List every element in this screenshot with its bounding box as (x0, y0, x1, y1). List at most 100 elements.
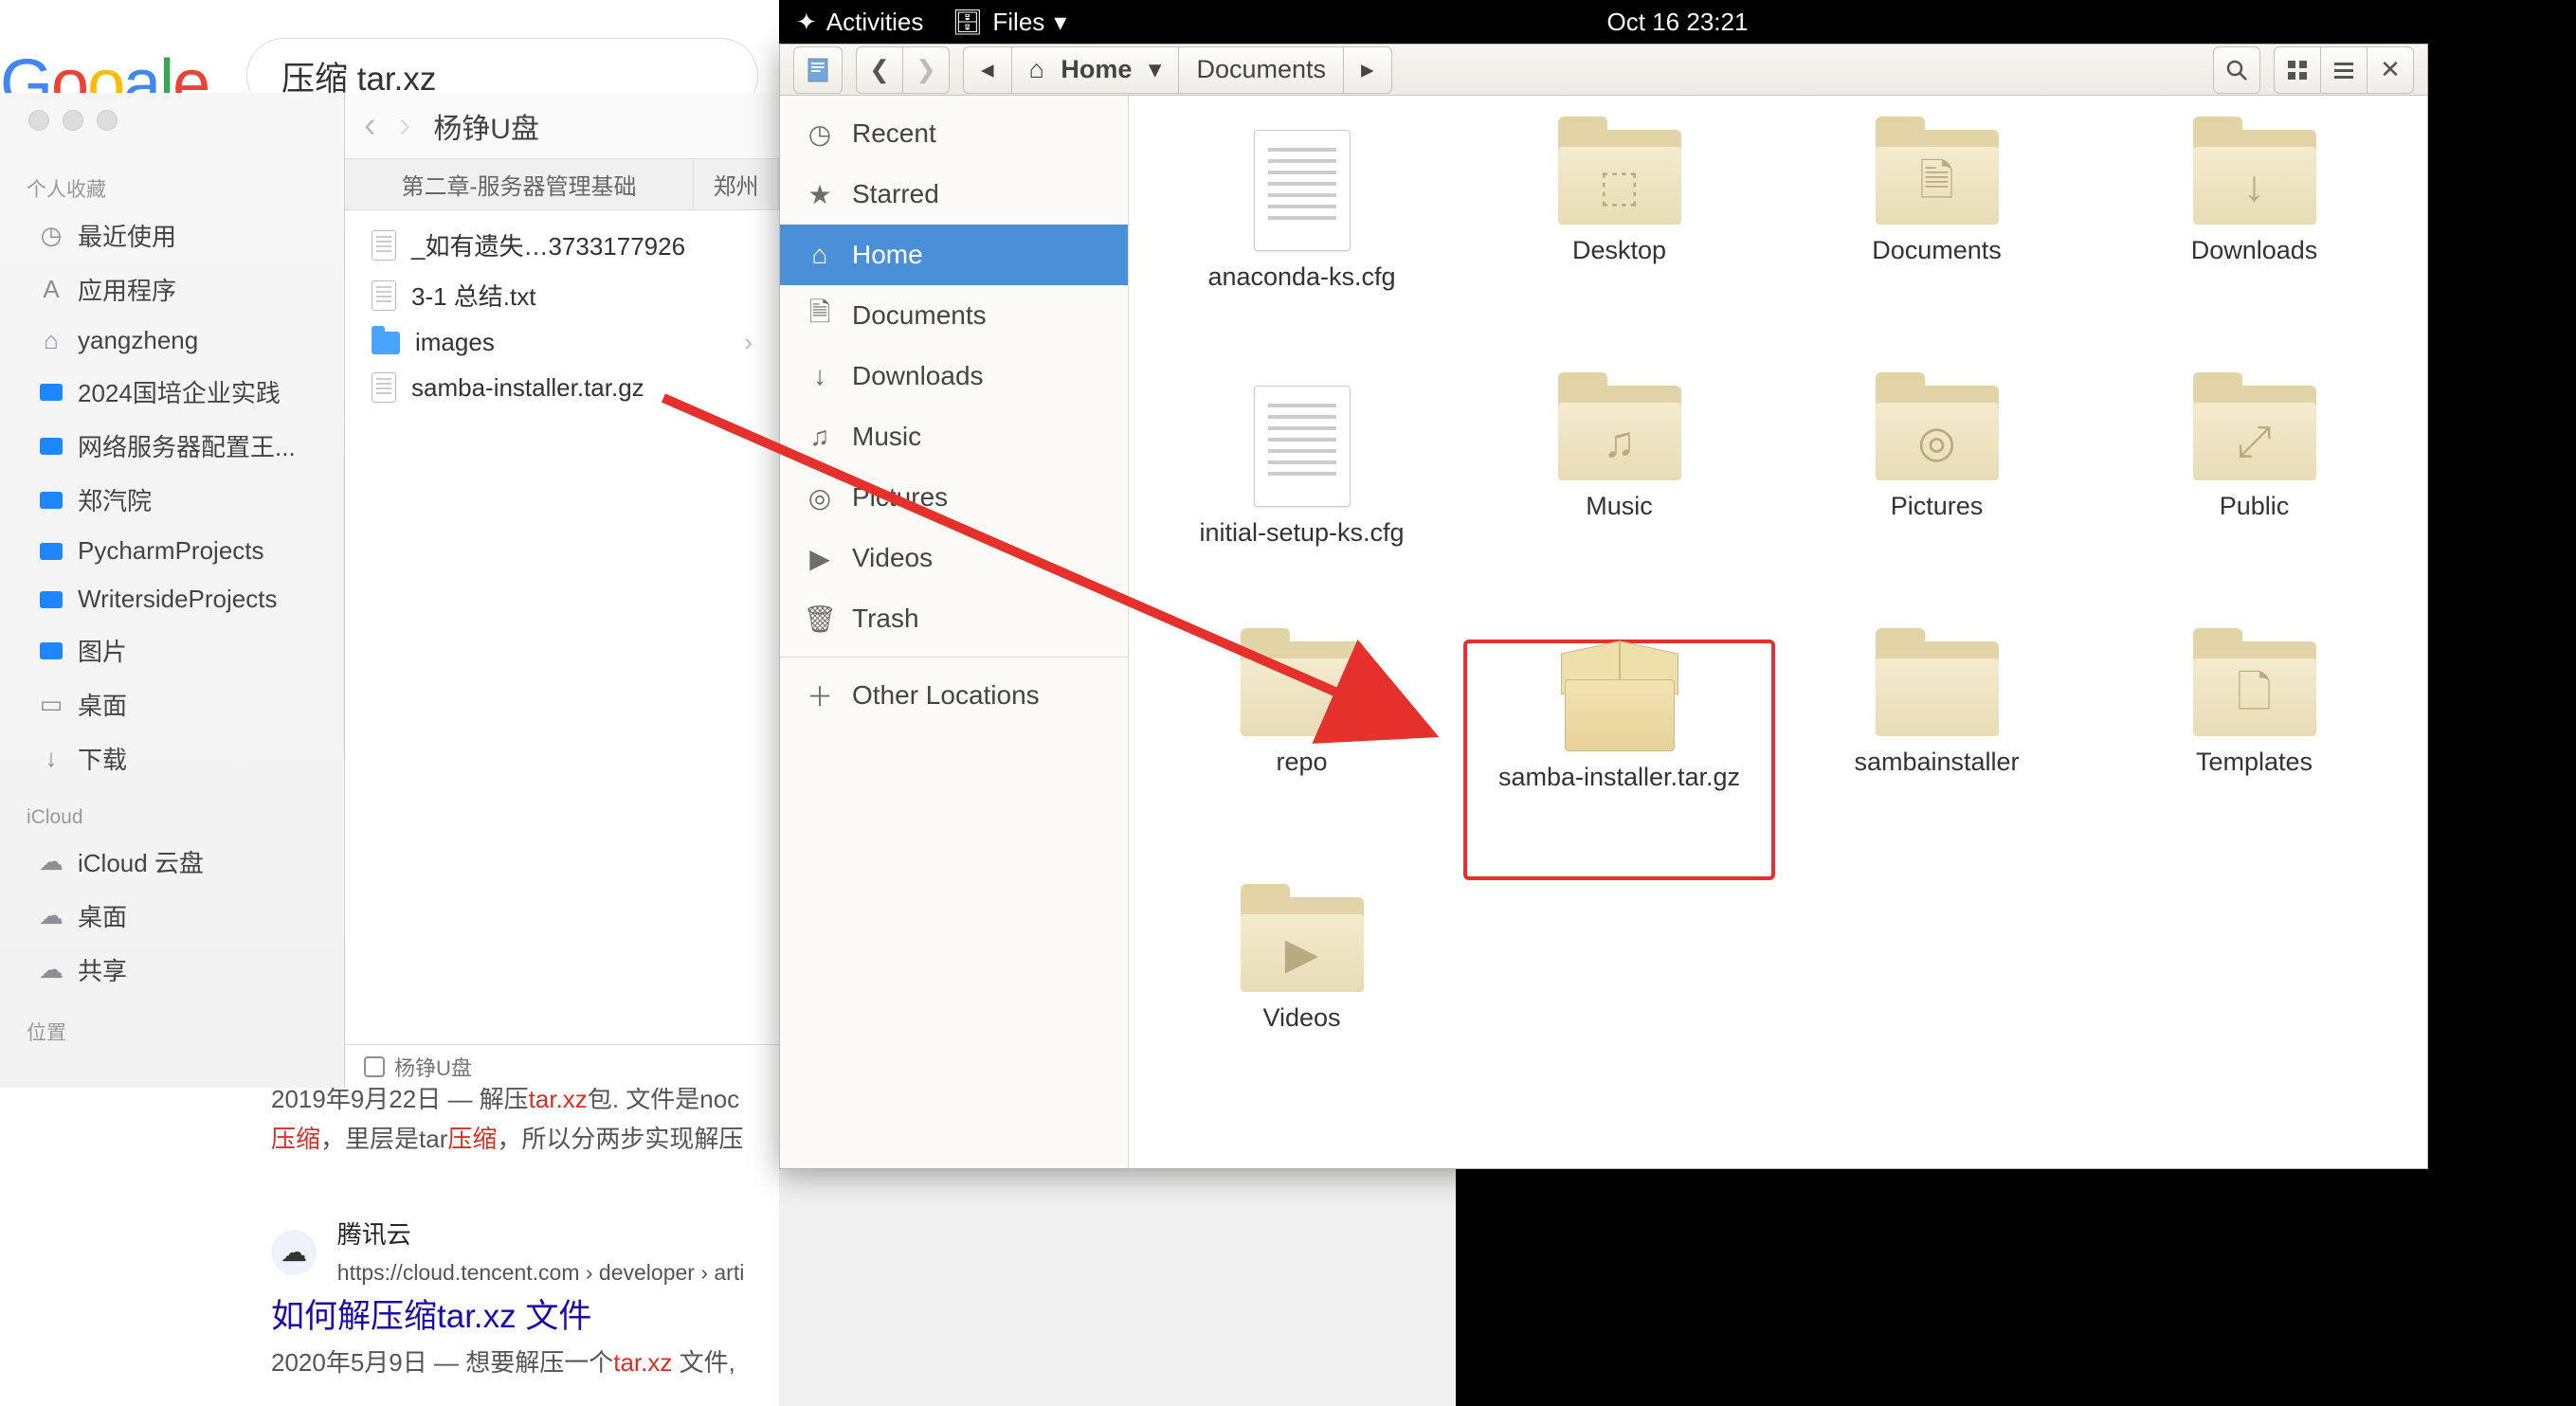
finder-sidebar-item[interactable]: ☁桌面 (0, 889, 344, 943)
sidebar-item-icon: ▭ (38, 692, 64, 718)
finder-sidebar-item[interactable]: 2024国培企业实践 (0, 365, 344, 419)
finder-sidebar-item[interactable]: ☁共享 (0, 943, 344, 997)
app-menu[interactable]: 🗄 Files ▾ (952, 8, 1066, 37)
file-item[interactable]: ⬚Desktop (1465, 130, 1773, 367)
sidebar-item-icon: ↓ (805, 361, 835, 391)
path-next[interactable]: ▸ (1343, 46, 1392, 94)
sidebar-item-icon: ★ (805, 179, 835, 209)
file-item[interactable]: samba-installer.tar.gz (1465, 641, 1773, 878)
finder-sidebar-item[interactable]: A应用程序 (0, 262, 344, 316)
files-window[interactable]: ❮ ❯ ◂ ⌂ Home ▾ Documents ▸ ✕ ◷ Recent ★ Sta… (779, 44, 2428, 1169)
sidebar-item-icon: ☁ (38, 903, 64, 929)
folder-icon: 🗋 (2193, 641, 2316, 736)
finder-list-item[interactable]: 3-1 总结.txt (345, 270, 779, 320)
clock[interactable]: Oct 16 23:21 (1607, 8, 1749, 37)
files-sidebar-item[interactable]: ▶ Videos (780, 528, 1128, 588)
file-item[interactable]: ◎Pictures (1783, 386, 2091, 622)
file-item[interactable]: initial-setup-ks.cfg (1148, 386, 1456, 622)
finder-sidebar-item[interactable]: ↓下载 (0, 731, 344, 785)
sidebar-item-icon: ▶ (805, 543, 835, 573)
file-label: Pictures (1891, 492, 1984, 521)
files-sidebar-item[interactable]: ＋Other Locations (780, 665, 1128, 726)
finder-list-item[interactable]: samba-installer.tar.gz (345, 365, 779, 410)
finder-back-button[interactable]: ‹ (364, 105, 376, 146)
tencent-cloud-favicon: ☁ (271, 1230, 317, 1275)
finder-sidebar-item[interactable]: 网络服务器配置王... (0, 419, 344, 473)
finder-sidebar-item[interactable]: ⌂ yangzheng (0, 316, 344, 365)
sidebar-item-label: yangzheng (78, 326, 198, 355)
files-sidebar-item[interactable]: 🗎Documents (780, 285, 1128, 346)
file-item[interactable]: repo (1148, 641, 1456, 878)
finder-sidebar-item[interactable]: ▭桌面 (0, 677, 344, 731)
sidebar-item-icon (38, 433, 64, 460)
file-item[interactable]: anaconda-ks.cfg (1148, 130, 1456, 367)
file-item[interactable]: ↓Downloads (2100, 130, 2408, 367)
files-sidebar-item[interactable]: 🗑Trash (780, 588, 1128, 649)
files-sidebar-item[interactable]: ◎Pictures (780, 467, 1128, 528)
files-sidebar-item[interactable]: ★ Starred (780, 164, 1128, 225)
finder-sidebar-item[interactable]: WritersideProjects (0, 575, 344, 623)
finder-sidebar-item[interactable]: ◷最近使用 (0, 208, 344, 262)
sidebar-item-label: Videos (852, 543, 933, 573)
folder-icon: ⬚ (1558, 130, 1681, 225)
file-item[interactable]: ▶Videos (1148, 897, 1456, 1134)
finder-list-item[interactable]: images› (345, 320, 779, 365)
finder-sidebar-item[interactable]: 郑汽院 (0, 473, 344, 527)
sidebar-item-icon: ◷ (38, 223, 64, 249)
result-link[interactable]: 如何解压缩tar.xz 文件 (271, 1298, 591, 1335)
sidebar-item-label: 郑汽院 (78, 482, 152, 517)
file-item[interactable]: ♫Music (1465, 386, 1773, 622)
close-button[interactable]: ✕ (2367, 46, 2414, 94)
files-sidebar-item[interactable]: ◷ Recent (780, 103, 1128, 164)
sidebar-item-label: Recent (852, 118, 936, 149)
sidebar-item-label: iCloud 云盘 (78, 844, 204, 879)
file-label: Downloads (2191, 236, 2318, 265)
sidebar-item-label: Documents (852, 300, 987, 331)
path-home[interactable]: ⌂ Home ▾ (1011, 46, 1180, 94)
finder-window[interactable]: 个人收藏 ◷最近使用A应用程序⌂yangzheng2024国培企业实践网络服务器… (0, 93, 779, 1088)
view-mode-button[interactable] (2274, 46, 2321, 94)
file-name: 3-1 总结.txt (411, 278, 535, 313)
path-prev[interactable]: ◂ (963, 46, 1012, 94)
file-item[interactable]: sambainstaller (1783, 641, 2091, 878)
search-button[interactable] (2213, 46, 2260, 94)
new-tab-button[interactable] (793, 46, 843, 94)
file-item[interactable]: ⤢Public (2100, 386, 2408, 622)
sidebar-item-icon: ⌂ (38, 328, 64, 354)
finder-tab[interactable]: 第二章-服务器管理基础 (345, 159, 694, 209)
finder-file-list[interactable]: _如有遗失…3733177926 3-1 总结.txt images›samba-i… (345, 210, 779, 1044)
finder-list-item[interactable]: _如有遗失…3733177926 (345, 220, 779, 270)
sidebar-item-icon: ♫ (805, 422, 835, 452)
forward-button[interactable]: ❯ (902, 46, 950, 94)
finder-tabbar[interactable]: 第二章-服务器管理基础 郑州 (345, 159, 779, 210)
sidebar-item-label: Starred (852, 179, 939, 209)
finder-tab[interactable]: 郑州 (694, 159, 779, 209)
file-name: images (415, 328, 495, 357)
files-icon-view[interactable]: anaconda-ks.cfg⬚Desktop🗎Documents↓Downlo… (1129, 96, 2427, 1168)
finder-sidebar-item[interactable]: 图片 (0, 623, 344, 677)
files-sidebar[interactable]: ◷ Recent ★ Starred ⌂Home🗎Documents↓Downloads… (780, 96, 1129, 1168)
file-label: Public (2220, 492, 2290, 521)
file-item[interactable]: 🗋Templates (2100, 641, 2408, 878)
traffic-lights[interactable] (0, 110, 344, 153)
finder-sidebar-item[interactable]: PycharmProjects (0, 527, 344, 575)
hamburger-menu-button[interactable] (2320, 46, 2367, 94)
finder-sidebar-item[interactable]: ☁iCloud 云盘 (0, 835, 344, 889)
path-crumb-documents[interactable]: Documents (1178, 46, 1344, 94)
sidebar-item-icon: ◷ (805, 118, 835, 149)
activities-button[interactable]: ✦ Activities (796, 8, 923, 37)
sidebar-item-icon: A (38, 277, 64, 303)
search-results: 2019年9月22日 — 解压tar.xz包. 文件是noc 压缩，里层是tar… (271, 1080, 783, 1382)
folder-icon (1241, 641, 1364, 736)
files-sidebar-item[interactable]: ⌂Home (780, 225, 1128, 285)
files-sidebar-item[interactable]: ↓Downloads (780, 346, 1128, 406)
file-icon (372, 280, 396, 311)
file-item[interactable]: 🗎Documents (1783, 130, 2091, 367)
pathbar[interactable]: ◂ ⌂ Home ▾ Documents ▸ (963, 46, 1392, 94)
package-icon (1557, 647, 1682, 751)
back-button[interactable]: ❮ (856, 46, 903, 94)
sidebar-item-icon (38, 538, 64, 565)
gnome-top-bar[interactable]: ✦ Activities 🗄 Files ▾ Oct 16 23:21 (779, 0, 2576, 44)
files-sidebar-item[interactable]: ♫Music (780, 406, 1128, 467)
finder-forward-button[interactable]: › (399, 105, 411, 146)
